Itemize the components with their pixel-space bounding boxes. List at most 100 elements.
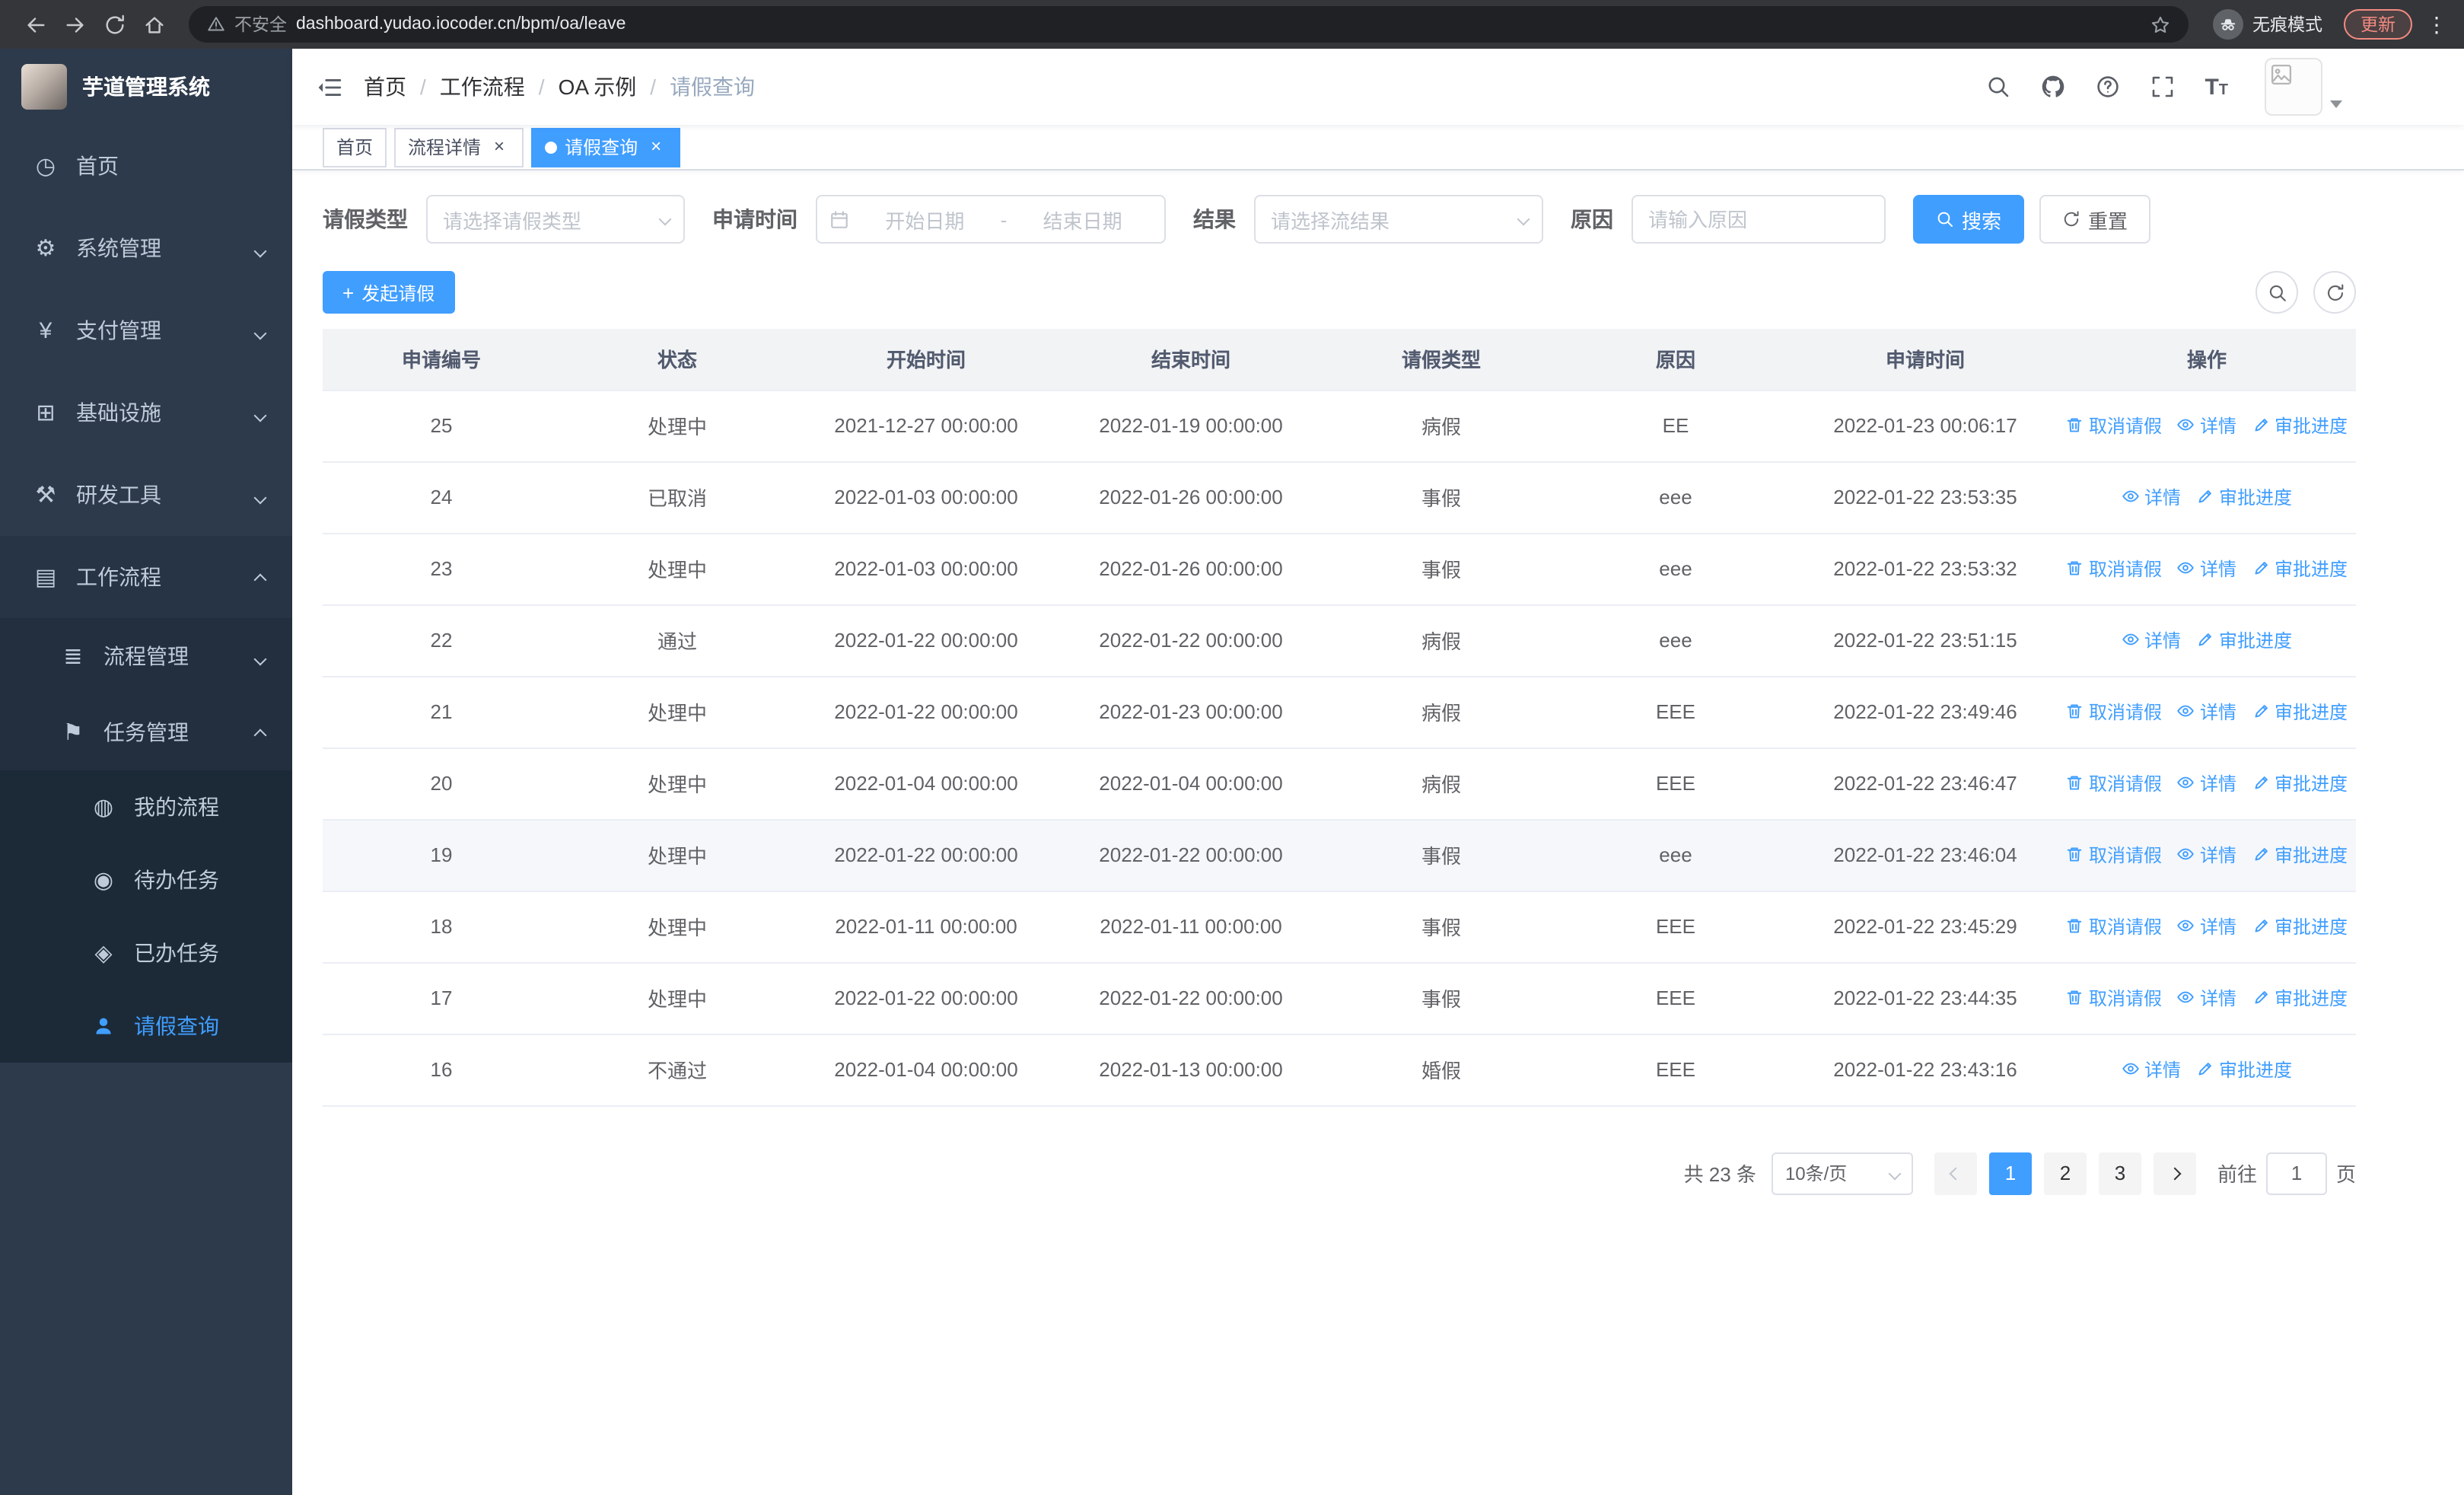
sidebar-item-system-management[interactable]: ⚙ 系统管理 <box>0 207 292 289</box>
search-button[interactable]: 搜索 <box>1913 195 2025 244</box>
browser-menu-icon[interactable]: ⋮ <box>2424 11 2449 37</box>
browser-update-button[interactable]: 更新 <box>2344 9 2412 40</box>
page-button-3[interactable]: 3 <box>2098 1152 2141 1194</box>
cancel-leave-action[interactable]: 取消请假 <box>2066 770 2162 796</box>
eye-icon <box>2122 1063 2139 1075</box>
cell-start: 2022-01-22 00:00:00 <box>794 604 1058 677</box>
eye-icon <box>2122 491 2139 502</box>
cancel-leave-action[interactable]: 取消请假 <box>2066 842 2162 868</box>
tools-icon: ⚒ <box>35 483 56 508</box>
approval-progress-action[interactable]: 审批进度 <box>2252 985 2348 1011</box>
sidebar-item-my-processes[interactable]: ◍ 我的流程 <box>0 770 292 843</box>
fullscreen-icon[interactable] <box>2150 75 2174 99</box>
cell-end: 2022-01-23 00:00:00 <box>1058 676 1324 748</box>
cancel-leave-action[interactable]: 取消请假 <box>2066 413 2162 438</box>
reset-button[interactable]: 重置 <box>2039 195 2151 244</box>
help-icon[interactable] <box>2095 75 2119 99</box>
apply-time-daterange[interactable]: 开始日期 - 结束日期 <box>816 195 1166 244</box>
browser-refresh-button[interactable] <box>94 5 134 44</box>
cancel-leave-action[interactable]: 取消请假 <box>2066 699 2162 725</box>
sidebar-item-process-management[interactable]: ≣ 流程管理 <box>0 618 292 694</box>
browser-back-button[interactable] <box>15 5 55 44</box>
detail-action[interactable]: 详情 <box>2177 556 2236 582</box>
sidebar-item-label: 研发工具 <box>76 483 161 507</box>
cancel-leave-action[interactable]: 取消请假 <box>2066 985 2162 1011</box>
tab-home[interactable]: 首页 <box>323 127 387 167</box>
chevron-down-icon <box>253 644 267 668</box>
cell-type: 事假 <box>1324 891 1558 963</box>
table-row: 25 处理中 2021-12-27 00:00:00 2022-01-19 00:00… <box>323 390 2356 462</box>
collapse-menu-icon[interactable] <box>317 74 342 100</box>
sidebar-item-dev-tools[interactable]: ⚒ 研发工具 <box>0 454 292 536</box>
detail-action[interactable]: 详情 <box>2122 1057 2181 1082</box>
cell-end: 2022-01-04 00:00:00 <box>1058 748 1324 820</box>
sidebar-item-home[interactable]: ◷ 首页 <box>0 125 292 207</box>
approval-progress-action[interactable]: 审批进度 <box>2196 484 2292 510</box>
column-header-id: 申请编号 <box>323 329 560 390</box>
browser-forward-button[interactable] <box>55 5 94 44</box>
breadcrumb-item-workflow[interactable]: 工作流程 <box>440 72 525 102</box>
detail-action[interactable]: 详情 <box>2177 770 2236 796</box>
chevron-down-icon <box>253 400 267 425</box>
result-select[interactable]: 请选择流结果 <box>1254 195 1543 244</box>
reason-input[interactable] <box>1632 195 1886 244</box>
sidebar-item-task-management[interactable]: ⚑ 任务管理 <box>0 694 292 770</box>
create-leave-button[interactable]: + 发起请假 <box>323 271 455 314</box>
browser-home-button[interactable] <box>134 5 173 44</box>
chevron-up-icon <box>253 565 267 589</box>
detail-action[interactable]: 详情 <box>2177 413 2236 438</box>
goto-page-input[interactable] <box>2265 1152 2327 1194</box>
breadcrumb-item-oa-example[interactable]: OA 示例 <box>559 72 637 102</box>
page-button-2[interactable]: 2 <box>2043 1152 2087 1194</box>
approval-progress-action[interactable]: 审批进度 <box>2252 556 2348 582</box>
approval-progress-action[interactable]: 审批进度 <box>2196 627 2292 653</box>
cancel-leave-action[interactable]: 取消请假 <box>2066 556 2162 582</box>
approval-progress-action[interactable]: 审批进度 <box>2252 699 2348 725</box>
detail-action[interactable]: 详情 <box>2122 627 2181 653</box>
detail-action[interactable]: 详情 <box>2177 842 2236 868</box>
page-button-1[interactable]: 1 <box>1988 1152 2032 1194</box>
breadcrumb-item-home[interactable]: 首页 <box>364 72 406 102</box>
page-suffix-label: 页 <box>2335 1163 2356 1186</box>
cell-reason: EEE <box>1558 962 1793 1034</box>
bookmark-star-icon[interactable] <box>2150 14 2170 34</box>
sidebar-item-infrastructure[interactable]: ⊞ 基础设施 <box>0 371 292 454</box>
app-logo[interactable]: 芋道管理系统 <box>0 49 292 125</box>
refresh-table-button[interactable] <box>2313 271 2356 314</box>
user-avatar-menu[interactable] <box>2265 58 2342 116</box>
cancel-leave-action[interactable]: 取消请假 <box>2066 913 2162 939</box>
sidebar-item-payment-management[interactable]: ¥ 支付管理 <box>0 289 292 371</box>
detail-action[interactable]: 详情 <box>2122 484 2181 510</box>
approval-progress-action[interactable]: 审批进度 <box>2252 770 2348 796</box>
page-size-select[interactable]: 10条/页 <box>1771 1152 1913 1194</box>
leave-type-select[interactable]: 请选择请假类型 <box>426 195 685 244</box>
search-icon[interactable] <box>1985 75 2010 99</box>
detail-action[interactable]: 详情 <box>2177 913 2236 939</box>
close-icon[interactable]: × <box>489 135 510 158</box>
address-bar[interactable]: 不安全 dashboard.yudao.iocoder.cn/bpm/oa/le… <box>189 6 2189 43</box>
detail-action[interactable]: 详情 <box>2177 985 2236 1011</box>
cell-applied: 2022-01-22 23:46:04 <box>1793 819 2058 891</box>
toggle-search-button[interactable] <box>2255 271 2298 314</box>
sidebar-item-done-tasks[interactable]: ◈ 已办任务 <box>0 916 292 990</box>
trash-icon <box>2068 562 2083 576</box>
sidebar-item-leave-query[interactable]: 请假查询 <box>0 990 292 1063</box>
font-size-icon[interactable]: TT <box>2205 75 2228 98</box>
github-icon[interactable] <box>2040 75 2064 99</box>
approval-progress-action[interactable]: 审批进度 <box>2252 413 2348 438</box>
create-leave-label: 发起请假 <box>361 282 435 304</box>
tab-leave-query[interactable]: 请假查询 × <box>531 127 681 167</box>
table-row: 23 处理中 2022-01-03 00:00:00 2022-01-26 00:00… <box>323 533 2356 605</box>
sidebar-item-todo-tasks[interactable]: ◉ 待办任务 <box>0 843 292 916</box>
prev-page-button[interactable] <box>1934 1152 1977 1194</box>
detail-action[interactable]: 详情 <box>2177 699 2236 725</box>
cell-start: 2022-01-22 00:00:00 <box>794 676 1058 748</box>
close-icon[interactable]: × <box>645 135 667 158</box>
sidebar-item-workflow[interactable]: ▤ 工作流程 <box>0 536 292 618</box>
tab-process-detail[interactable]: 流程详情 × <box>394 127 524 167</box>
approval-progress-action[interactable]: 审批进度 <box>2252 913 2348 939</box>
approval-progress-action[interactable]: 审批进度 <box>2196 1057 2292 1082</box>
result-placeholder: 请选择流结果 <box>1271 209 1390 232</box>
next-page-button[interactable] <box>2153 1152 2196 1194</box>
approval-progress-action[interactable]: 审批进度 <box>2252 842 2348 868</box>
